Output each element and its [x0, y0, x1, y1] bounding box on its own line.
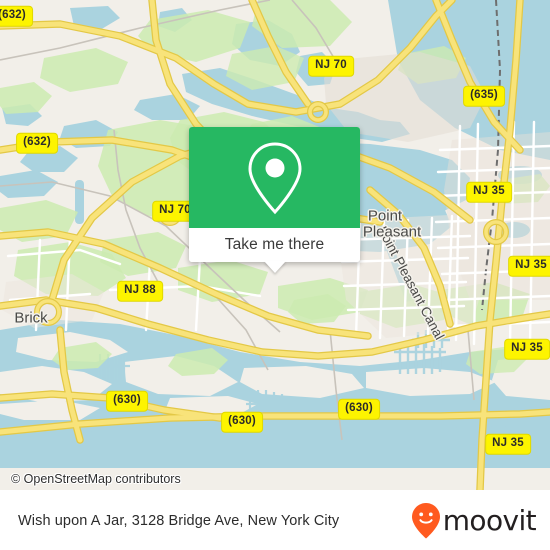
road-shield[interactable]: (630) — [106, 390, 148, 412]
card-image-area — [189, 127, 360, 228]
road-shield[interactable]: NJ 35 — [504, 338, 550, 360]
moovit-pin-smiley-icon — [411, 502, 440, 538]
road-shield[interactable]: (630) — [338, 398, 380, 420]
road-shield[interactable]: (632) — [16, 132, 58, 154]
attribution-text: © OpenStreetMap contributors — [11, 472, 181, 486]
road-shield[interactable]: (635) — [463, 85, 505, 107]
card-pointer — [263, 261, 286, 273]
road-shield[interactable]: NJ 70 — [308, 55, 354, 77]
road-shield[interactable]: NJ 35 — [485, 433, 531, 455]
map-attribution: © OpenStreetMap contributors — [0, 468, 550, 490]
card-cta-label: Take me there — [224, 236, 325, 253]
moovit-logo[interactable]: moovit — [411, 502, 537, 540]
map-screenshot: Point Pleasant Canal (632) (632) NJ 70 (… — [0, 0, 550, 550]
road-shield[interactable]: NJ 88 — [117, 280, 163, 302]
footer-bar: Wish upon A Jar, 3128 Bridge Ave, New Yo… — [0, 490, 550, 550]
road-shield[interactable]: NJ 35 — [466, 181, 512, 203]
card-cta-area[interactable]: Take me there — [189, 228, 360, 273]
road-shield[interactable]: NJ 35 — [508, 255, 550, 277]
road-shield[interactable]: (630) — [221, 411, 263, 433]
road-shield[interactable]: (632) — [0, 5, 33, 27]
take-me-there-card[interactable]: Take me there — [189, 127, 360, 273]
moovit-wordmark: moovit — [442, 503, 537, 537]
location-title: Wish upon A Jar, 3128 Bridge Ave, New Yo… — [18, 512, 340, 529]
map-pin-icon — [247, 141, 302, 214]
